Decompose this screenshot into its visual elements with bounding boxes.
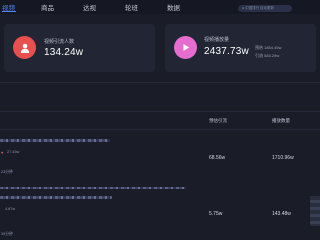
tab-data[interactable]: 数据 xyxy=(167,2,180,12)
card-label: 视频播放量 xyxy=(204,37,230,43)
plays-value: 143.48w xyxy=(272,211,291,217)
video-duration: 39分钟 xyxy=(1,232,13,236)
tab-products[interactable]: 商品 xyxy=(41,2,54,12)
likes-count: 4.87w xyxy=(5,207,16,211)
video-traffic-card: 视频引流人数 134.24w xyxy=(4,24,155,72)
divider xyxy=(0,82,320,83)
traffic-value: 5.75w xyxy=(209,211,223,217)
card-value: 134.24w xyxy=(44,47,84,58)
divider xyxy=(0,111,320,112)
video-title-blurred xyxy=(0,139,110,142)
divider xyxy=(0,129,320,130)
tab-schedule[interactable]: 轮班 xyxy=(125,2,138,12)
card-label: 视频引流人数 xyxy=(44,39,75,45)
card-value: 2437.73w xyxy=(204,46,249,57)
likes-count: 27.43w xyxy=(7,150,20,154)
heart-icon: ♥ xyxy=(1,150,4,155)
column-header-traffic[interactable]: 预估引流 xyxy=(209,118,227,124)
play-icon xyxy=(174,36,197,59)
active-tab-indicator xyxy=(2,11,16,12)
traffic-value: 68.56w xyxy=(209,155,226,161)
column-header-plays[interactable]: 播放数量 xyxy=(272,118,290,124)
video-duration: 23分钟 xyxy=(1,170,13,174)
rank-badge: ● 中国排行 自动更新 xyxy=(238,5,292,12)
divider-blurred xyxy=(0,187,186,189)
video-plays-card: 视频播放量 2437.73w 预热 1854.45w 引流 583.29w xyxy=(165,24,316,72)
plays-value: 1710.96w xyxy=(272,155,294,161)
person-icon xyxy=(13,36,36,59)
tab-creators[interactable]: 达视 xyxy=(83,2,96,12)
video-title-blurred xyxy=(0,196,112,199)
traffic-plays: 引流 583.29w xyxy=(255,53,280,58)
preheat-plays: 预热 1854.45w xyxy=(255,45,282,50)
scrollbar[interactable] xyxy=(310,196,320,226)
